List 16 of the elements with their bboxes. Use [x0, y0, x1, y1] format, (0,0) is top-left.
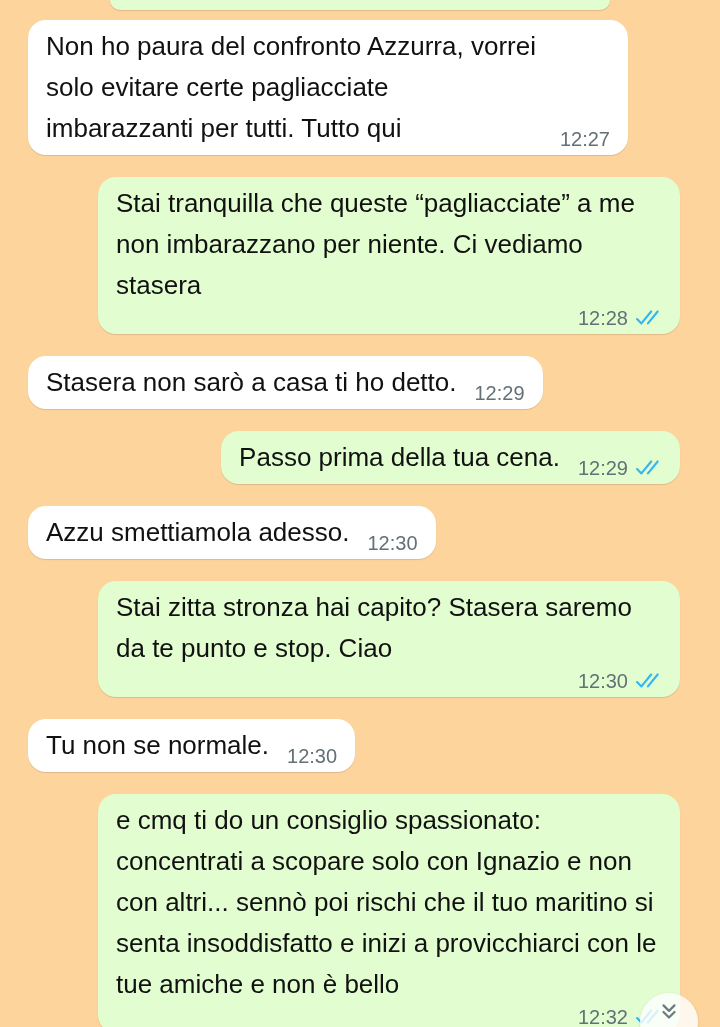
message-time: 12:29	[474, 381, 525, 405]
message-time: 12:30	[287, 744, 338, 768]
message-text: e cmq ti do un consiglio spassionato: concentrati a scopare solo con Ignazio e non con altri... sennò poi rischi che il tuo maritino si senta insoddisfatto e inizi a provicchiarci con le tue amiche e non è bello	[116, 804, 658, 1001]
message-text: Stai zitta stronza hai capito? Stasera saremo da te punto e stop. Ciao	[116, 591, 633, 665]
message-time: 12:30	[367, 531, 418, 555]
message-text: Non ho paura del confronto Azzurra, vorrei solo evitare certe pagliacciate imbarazzanti per tutti. Tutto qui	[46, 30, 537, 145]
message-text: Tu non se normale.	[46, 729, 270, 762]
message-time: 12:27	[559, 127, 610, 151]
message-text: Azzu smettiamola adesso.	[46, 516, 350, 549]
message-time: 12:30	[577, 669, 628, 693]
message-time: 12:28	[577, 306, 628, 330]
message-time: 12:32	[577, 1005, 628, 1027]
message-text: Stasera non sarò a casa ti ho detto.	[46, 366, 457, 399]
message-time: 12:29	[577, 456, 628, 480]
message-text: Passo prima della tua cena.	[239, 441, 560, 474]
message-text: Stai tranquilla che queste “pagliacciate” a me non imbarazzano per niente. Ci vediamo stasera	[116, 187, 636, 302]
